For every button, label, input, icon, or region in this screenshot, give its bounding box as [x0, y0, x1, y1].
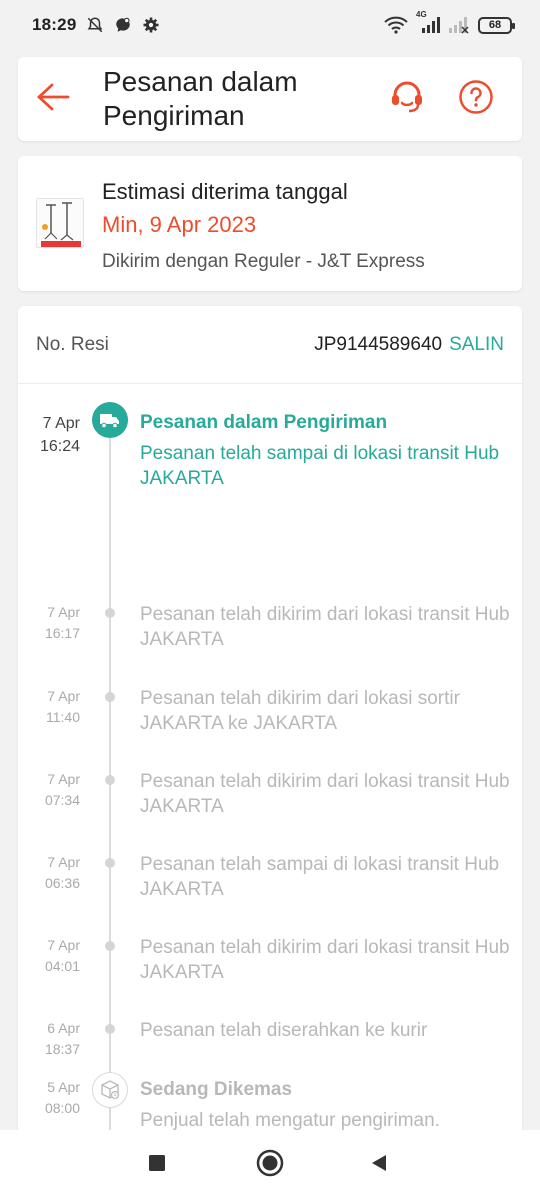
event-date: 7 Apr [47, 854, 80, 870]
help-icon [458, 79, 494, 120]
bell-off-icon [86, 16, 104, 34]
event-datetime: 7 Apr 04:01 [45, 935, 80, 977]
event-datetime: 7 Apr 06:36 [45, 852, 80, 894]
estimate-date: Min, 9 Apr 2023 [102, 212, 257, 237]
status-bar: 18:29 4G 68 [0, 0, 540, 50]
header-bar: Pesanan dalam Pengiriman [18, 57, 522, 141]
network-label: 4G [416, 10, 427, 19]
event-time: 18:37 [44, 1041, 80, 1057]
event-description: Pesanan telah dikirim dari lokasi transi… [140, 771, 510, 817]
event-description: Pesanan telah sampai di lokasi transit H… [140, 854, 500, 900]
product-thumbnail [36, 198, 84, 248]
home-button[interactable] [250, 1146, 290, 1184]
timeline-dot [105, 608, 115, 618]
recents-square-icon [148, 1154, 166, 1177]
package-icon [92, 1072, 128, 1108]
estimate-label: Estimasi diterima tanggal [102, 179, 348, 204]
timeline-dot [105, 1024, 115, 1034]
event-time: 16:17 [44, 625, 80, 641]
truck-icon [92, 402, 128, 438]
back-arrow-icon [35, 82, 71, 117]
event-date: 7 Apr [47, 937, 80, 953]
event-time: 04:01 [44, 958, 80, 974]
copy-resi-button[interactable]: SALIN [449, 334, 504, 356]
delivery-estimate-card[interactable]: Estimasi diterima tanggal Min, 9 Apr 202… [18, 156, 522, 291]
recents-button[interactable] [138, 1148, 176, 1182]
event-time: 16:24 [39, 438, 80, 455]
event-time: 07:34 [44, 792, 80, 808]
event-description: Pesanan telah sampai di lokasi transit H… [140, 443, 500, 489]
event-datetime: 7 Apr 16:24 [40, 412, 80, 458]
event-datetime: 5 Apr 08:00 [45, 1077, 80, 1119]
battery-level: 68 [488, 19, 502, 31]
courier-info: Dikirim dengan Reguler - J&T Express [102, 251, 425, 272]
page-title: Pesanan dalam Pengiriman [103, 66, 298, 131]
event-description: Pesanan telah dikirim dari lokasi transi… [140, 937, 510, 983]
timeline-dot [105, 775, 115, 785]
event-date: 7 Apr [47, 688, 80, 704]
event-datetime: 6 Apr 18:37 [45, 1018, 80, 1060]
help-button[interactable] [458, 79, 494, 120]
tracking-card: No. Resi JP9144589640 SALIN 7 Apr 16:24 … [18, 306, 522, 1136]
back-nav-button[interactable] [360, 1148, 398, 1182]
event-title: Sedang Dikemas [140, 1079, 293, 1100]
customer-service-button[interactable] [388, 78, 426, 121]
resi-number: JP9144589640 [314, 333, 443, 355]
battery-icon: 68 [478, 16, 515, 34]
resi-row: No. Resi JP9144589640 SALIN [18, 306, 522, 384]
event-datetime: 7 Apr 16:17 [45, 602, 80, 644]
status-time: 18:29 [32, 15, 77, 34]
resi-label: No. Resi [36, 333, 109, 355]
gear-icon [142, 16, 160, 34]
timeline-dot [105, 941, 115, 951]
event-datetime: 7 Apr 11:40 [46, 686, 80, 728]
event-title: Pesanan dalam Pengiriman [140, 412, 388, 433]
back-triangle-icon [369, 1153, 389, 1178]
back-button[interactable] [18, 57, 88, 141]
event-date: 7 Apr [47, 604, 80, 620]
event-date: 7 Apr [47, 771, 80, 787]
event-time: 11:40 [46, 709, 80, 725]
home-circle-icon [256, 1149, 284, 1182]
event-time: 06:36 [44, 875, 80, 891]
signal-icon: 4G [416, 10, 440, 34]
event-date: 5 Apr [47, 1079, 80, 1095]
chat-icon [114, 16, 132, 34]
system-navigation-bar [0, 1130, 540, 1200]
event-time: 08:00 [44, 1100, 80, 1116]
timeline-dot [105, 692, 115, 702]
event-description: Pesanan telah dikirim dari lokasi sortir… [140, 688, 460, 734]
event-description: Pesanan telah dikirim dari lokasi transi… [140, 604, 510, 650]
event-date: 7 Apr [42, 415, 80, 432]
wifi-icon [384, 16, 408, 34]
headset-icon [388, 78, 426, 121]
signal-x-icon [448, 16, 470, 34]
timeline-dot [105, 858, 115, 868]
event-description: Pesanan telah diserahkan ke kurir [140, 1020, 428, 1041]
event-date: 6 Apr [47, 1020, 80, 1036]
event-datetime: 7 Apr 07:34 [45, 769, 80, 811]
